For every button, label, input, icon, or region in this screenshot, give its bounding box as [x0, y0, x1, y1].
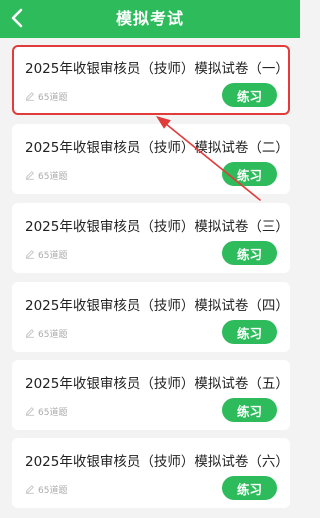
exam-card[interactable]: 2025年收银审核员（技师）模拟试卷（六） 65道题 练习	[12, 438, 290, 508]
practice-button[interactable]: 练习	[222, 83, 277, 107]
page-title: 模拟考试	[115, 9, 184, 28]
question-count: 65道题	[25, 247, 67, 261]
question-count: 65道题	[25, 326, 67, 340]
exam-title: 2025年收银审核员（技师）模拟试卷（三）	[25, 219, 289, 235]
exam-title: 2025年收银审核员（技师）模拟试卷（二）	[25, 140, 289, 156]
edit-icon	[25, 407, 34, 416]
question-count-label: 65道题	[38, 407, 68, 418]
edit-icon	[25, 171, 34, 180]
question-count-label: 65道题	[38, 485, 68, 496]
question-count-label: 65道题	[38, 171, 68, 182]
exam-title: 2025年收银审核员（技师）模拟试卷（四）	[25, 298, 289, 314]
exam-title: 2025年收银审核员（技师）模拟试卷（五）	[25, 376, 289, 392]
question-count-label: 65道题	[38, 250, 68, 261]
edit-icon	[25, 485, 34, 494]
question-count: 65道题	[25, 404, 67, 418]
edit-icon	[25, 250, 34, 259]
edit-icon	[25, 329, 34, 338]
practice-button[interactable]: 练习	[222, 241, 277, 265]
exam-card[interactable]: 2025年收银审核员（技师）模拟试卷（五） 65道题 练习	[12, 360, 290, 430]
question-count-label: 65道题	[38, 329, 68, 340]
practice-button[interactable]: 练习	[222, 476, 277, 500]
question-count: 65道题	[25, 482, 67, 496]
practice-button[interactable]: 练习	[222, 320, 277, 344]
exam-card[interactable]: 2025年收银审核员（技师）模拟试卷（一） 65道题 练习	[12, 45, 290, 115]
question-count-label: 65道题	[38, 92, 68, 103]
practice-button[interactable]: 练习	[222, 398, 277, 422]
exam-card[interactable]: 2025年收银审核员（技师）模拟试卷（二） 65道题 练习	[12, 124, 290, 194]
exam-title: 2025年收银审核员（技师）模拟试卷（一）	[25, 61, 289, 77]
question-count: 65道题	[25, 168, 67, 182]
exam-title: 2025年收银审核员（技师）模拟试卷（六）	[25, 454, 289, 470]
exam-card[interactable]: 2025年收银审核员（技师）模拟试卷（三） 65道题 练习	[12, 203, 290, 273]
top-bar: 模拟考试	[0, 0, 300, 38]
practice-button[interactable]: 练习	[222, 162, 277, 186]
exam-card[interactable]: 2025年收银审核员（技师）模拟试卷（四） 65道题 练习	[12, 282, 290, 352]
question-count: 65道题	[25, 89, 67, 103]
edit-icon	[25, 92, 34, 101]
